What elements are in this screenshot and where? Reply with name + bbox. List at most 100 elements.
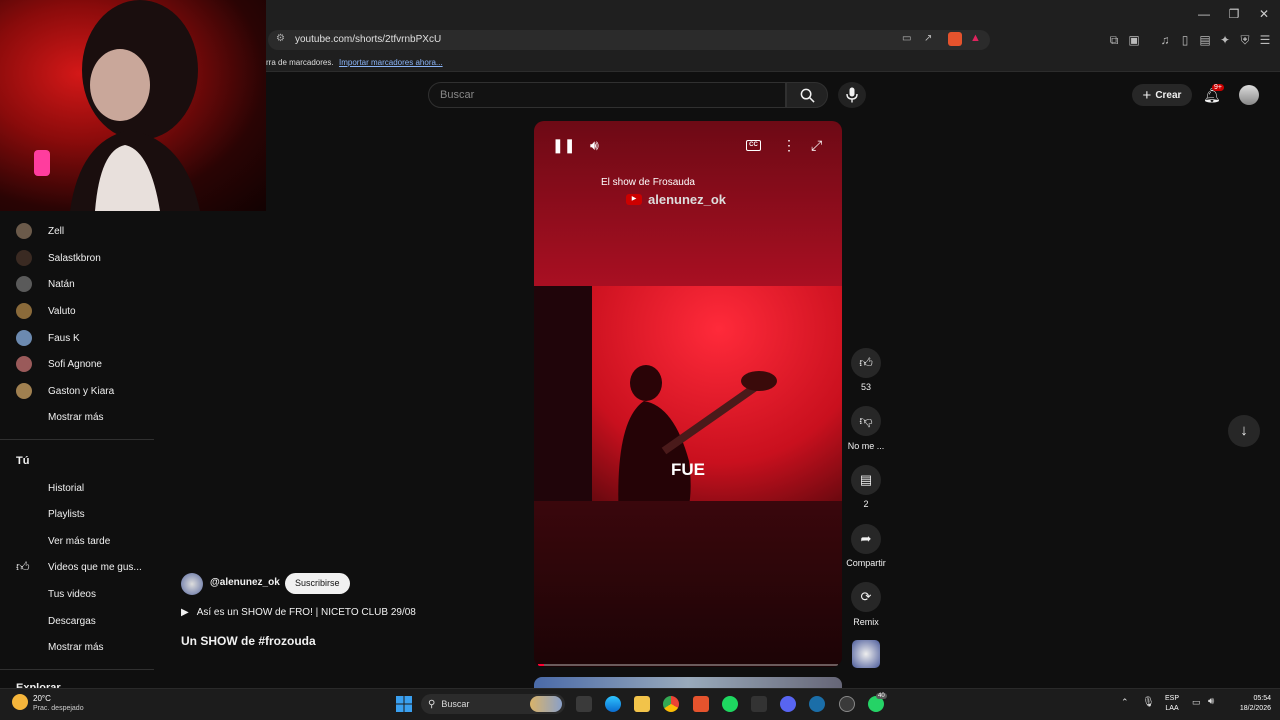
notifications-button[interactable]: 🔔︎ 9+ [1202,84,1224,106]
reader-icon[interactable]: ▣ [1127,33,1141,47]
sidebar-item-salastkbron[interactable]: Salastkbron [0,245,154,271]
spotify-icon[interactable] [722,696,738,712]
tray-chevron-icon[interactable]: ⌃ [1121,697,1129,708]
guitarist-silhouette [618,365,777,521]
epic-games-icon[interactable] [751,696,767,712]
remix-button[interactable]: ⟳ [851,582,881,612]
sidebar-show-more-subscriptions[interactable]: Mostrar más [0,404,154,430]
sidebar-item-liked-videos[interactable]: 👍︎ Videos que me gus... [0,554,154,580]
edge-icon[interactable] [605,696,621,712]
sidebar-item-descargas[interactable]: Descargas [0,608,154,634]
sidebar-item-label: Natán [48,278,75,290]
comment-count: 2 [863,499,869,509]
media-icon[interactable]: ♫ [1158,33,1172,47]
sidebar-item-tus-videos[interactable]: Tus videos [0,581,154,607]
next-short-button[interactable]: ↓ [1228,415,1260,447]
video-progress-track[interactable] [538,664,838,666]
captions-icon[interactable]: CC [746,140,761,151]
bookmarks-text: rra de marcadores. [266,58,334,67]
restore-icon[interactable]: ❐ [1226,6,1242,22]
subscribe-button[interactable]: Suscribirse [285,573,350,594]
speaker-icon[interactable]: 🔊︎ [1208,696,1214,707]
minimize-icon[interactable]: — [1196,6,1212,22]
sidebar-item-sofi-agnone[interactable]: Sofi Agnone [0,351,154,377]
watermark-handle: alenunez_ok [648,192,727,207]
weather-temp[interactable]: 20°C [33,694,51,703]
search-placeholder: Buscar [440,89,475,101]
create-label: Crear [1155,89,1182,101]
channel-avatar [16,276,32,292]
chrome-icon[interactable] [663,696,679,712]
sidebar-item-valuto[interactable]: Valuto [0,298,154,324]
voice-search-button[interactable] [838,82,866,108]
url-text[interactable]: youtube.com/shorts/2tfvrnbPXcU [295,34,441,45]
account-avatar[interactable] [1239,85,1259,105]
sidebar-item-zell[interactable]: Zell [0,218,154,244]
address-bar[interactable]: ⚙ youtube.com/shorts/2tfvrnbPXcU ▭ ↗ ▲ [268,30,990,50]
share-page-icon[interactable]: ↗ [924,33,932,44]
sidebar-show-more-you[interactable]: Mostrar más [0,634,154,660]
brave-shield-icon[interactable] [948,32,962,46]
sidebar-toggle-icon[interactable]: ▯ [1178,33,1192,47]
wallet-icon[interactable]: ▤ [1198,33,1212,47]
you-heading[interactable]: Tú [16,455,29,467]
notifications-badge: 9+ [1212,84,1224,91]
short-video-player[interactable]: ❚❚ 🔊︎ CC ⋮ ⤢ El show de Frosauda ▶ alenu… [534,121,842,667]
sidebar-item-faus-k[interactable]: Faus K [0,325,154,351]
vpn-icon[interactable]: ⛨ [1238,33,1252,47]
channel-avatar[interactable] [181,573,203,595]
volume-icon[interactable]: 🔊︎ [590,137,599,154]
linked-video-link[interactable]: ▶ Así es un SHOW de FRO! | NICETO CLUB 2… [181,607,416,618]
site-info-icon[interactable]: ⚙ [276,33,285,44]
sidebar-item-label: Playlists [48,508,85,520]
sidebar-item-label: Salastkbron [48,252,101,264]
sidebar-item-playlists[interactable]: Playlists [0,501,154,527]
discord-icon[interactable] [780,696,796,712]
cast-icon[interactable]: ▭ [902,33,911,44]
sidebar-item-label: Historial [48,482,85,494]
sidebar-item-label: Valuto [48,305,76,317]
comments-button[interactable]: ▤ [851,465,881,495]
weather-sun-icon[interactable] [12,694,28,710]
dislike-button[interactable]: 👎︎ [851,406,881,436]
more-options-icon[interactable]: ⋮ [782,137,796,154]
sidebar-item-gaston-y-kiara[interactable]: Gaston y Kiara [0,378,154,404]
create-button[interactable]: + Crear [1132,84,1192,106]
sidebar-item-historial[interactable]: Historial [0,475,154,501]
microphone-tray-icon[interactable]: 🎙︎ [1142,697,1155,708]
search-button[interactable] [786,82,828,108]
sidebar-item-ver-mas-tarde[interactable]: Ver más tarde [0,528,154,554]
app-icon[interactable] [839,696,855,712]
network-icon[interactable]: ▭ [1192,697,1201,708]
brave-rewards-icon[interactable]: ▲ [970,32,981,44]
like-button[interactable]: 👍︎ [851,348,881,378]
pause-icon[interactable]: ❚❚ [552,137,575,154]
share-button[interactable]: ➦ [851,524,881,554]
clock-date: 18/2/2026 [1239,705,1271,712]
fullscreen-icon[interactable]: ⤢ [811,137,822,154]
search-input[interactable]: Buscar [428,82,786,108]
channel-name[interactable]: @alenunez_ok [210,577,280,588]
show-more-label: Mostrar más [48,411,104,423]
leo-ai-icon[interactable]: ✦ [1218,33,1232,47]
windows-start-icon[interactable] [396,696,412,712]
clock[interactable]: 05:54 18/2/2026 [1231,694,1271,714]
file-explorer-icon[interactable] [634,696,650,712]
taskbar-search[interactable]: ⚲ Buscar [421,694,565,714]
taskbar-search-label: Buscar [441,699,470,709]
task-view-icon[interactable] [576,696,592,712]
language-indicator[interactable]: ESP LAA [1165,694,1179,714]
sidebar-item-label: Gaston y Kiara [48,385,115,397]
brave-icon[interactable] [693,696,709,712]
sidebar-item-natan[interactable]: Natán [0,271,154,297]
channel-avatar [16,223,32,239]
extensions-icon[interactable]: ⧉ [1107,33,1121,47]
import-bookmarks-link[interactable]: Importar marcadores ahora... [339,58,443,67]
steam-icon[interactable] [809,696,825,712]
keyboard-layout: LAA [1165,705,1179,712]
sidebar-item-label: Tus videos [48,588,96,600]
next-short-preview[interactable] [534,677,842,688]
sound-thumbnail[interactable] [852,640,880,668]
menu-icon[interactable]: ☰ [1258,33,1272,47]
close-icon[interactable]: ✕ [1256,6,1272,22]
